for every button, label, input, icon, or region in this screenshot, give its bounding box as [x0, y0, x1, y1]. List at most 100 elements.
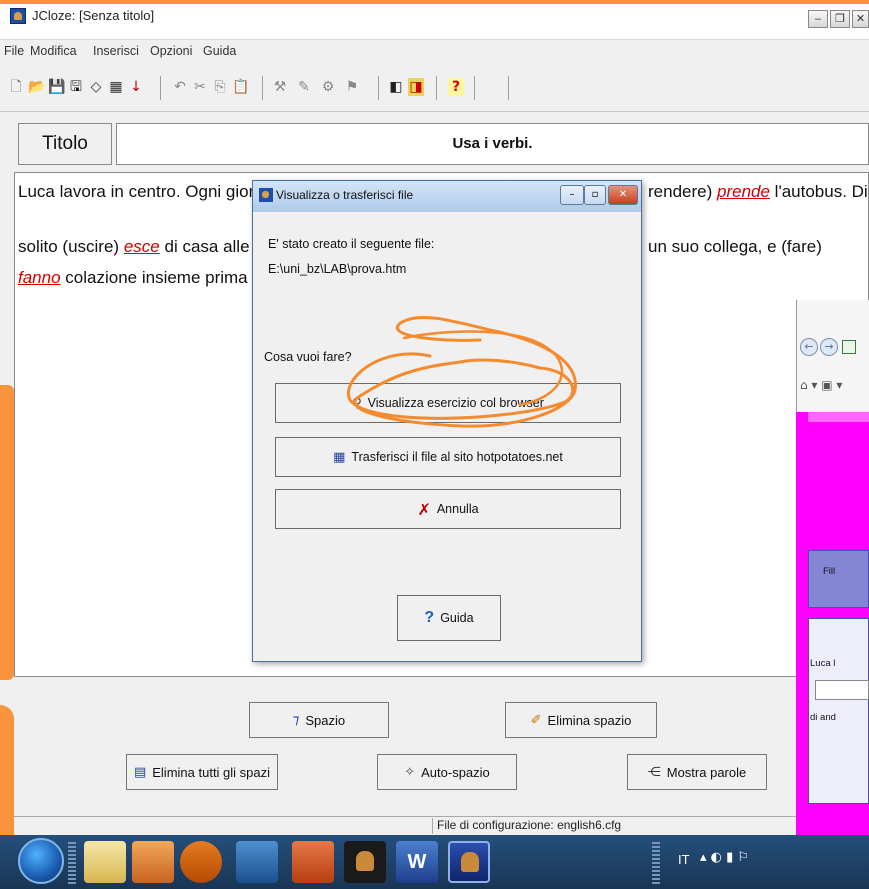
language-indicator[interactable]: IT — [678, 852, 690, 867]
document-icon: ▤ — [133, 764, 147, 780]
text-line-2-start: solito (uscire) esce di casa alle — [18, 237, 250, 257]
menu-guida[interactable]: Guida — [203, 44, 236, 58]
explorer-taskbar-icon[interactable] — [84, 841, 126, 883]
undo-icon[interactable]: ↶ — [172, 78, 188, 96]
forward-arrow-icon[interactable]: → — [820, 338, 838, 356]
gap-icon[interactable]: ⚒ — [272, 78, 288, 96]
close-button[interactable]: ✕ — [852, 10, 869, 28]
minimize-button[interactable]: ‒ — [808, 10, 828, 28]
app-taskbar-icon[interactable] — [132, 841, 174, 883]
help-icon[interactable]: ? — [448, 78, 464, 96]
word-list-icon[interactable]: ⚑ — [344, 78, 360, 96]
auto-spazio-label: Auto-spazio — [421, 764, 490, 780]
text-fragment: solito (uscire) — [18, 237, 120, 256]
menu-file[interactable]: File — [4, 44, 24, 58]
toolbar-separator — [160, 76, 161, 100]
magic-wand-icon: ✧ — [404, 764, 416, 780]
export-arrow-icon[interactable]: ↓ — [128, 78, 144, 96]
save-icon[interactable]: 💾 — [48, 78, 65, 96]
dialog-maximize-button[interactable]: ▫ — [584, 185, 606, 205]
title-input[interactable]: Usa i verbi. — [116, 123, 869, 165]
view-in-browser-button[interactable]: ⚲ Visualizza esercizio col browser — [275, 383, 621, 423]
exercise-heading-text: Fill — [823, 566, 836, 577]
text-fragment: rendere) — [648, 182, 713, 201]
menu-opzioni[interactable]: Opzioni — [150, 44, 192, 58]
gap-buttons-panel — [14, 678, 869, 818]
text-line-1-start: Luca lavora in centro. Ogni gior — [18, 182, 255, 201]
home-icon[interactable]: ⌂ ▾ ▣ ▾ — [800, 378, 842, 392]
gap-input-field[interactable] — [815, 680, 869, 700]
toolbar-separator — [474, 76, 475, 100]
dialog-minimize-button[interactable]: – — [560, 185, 584, 205]
back-arrow-icon[interactable]: ← — [800, 338, 818, 356]
elimina-spazio-button[interactable]: ✐ Elimina spazio — [505, 702, 657, 738]
slide-orange-decoration — [0, 385, 14, 680]
clear-gap-icon[interactable]: ✎ — [296, 78, 312, 96]
toolbar-separator — [436, 76, 437, 100]
toolbar-separator — [262, 76, 263, 100]
elimina-tutti-button[interactable]: ▤ Elimina tutti gli spazi — [126, 754, 278, 790]
mostra-parole-label: Mostra parole — [666, 764, 747, 780]
exercise-text-fragment: di and — [810, 712, 836, 723]
slide-orange-decoration — [0, 705, 14, 835]
config-icon[interactable]: ◧ — [388, 78, 404, 96]
media-player-taskbar-icon[interactable] — [180, 841, 222, 883]
powerpoint-taskbar-icon[interactable] — [292, 841, 334, 883]
hotpotatoes-taskbar-icon[interactable] — [344, 841, 386, 883]
upload-globe-icon: ▦ — [333, 449, 346, 465]
spazio-button[interactable]: ⁊ Spazio — [249, 702, 389, 738]
toolbar-separator — [508, 76, 509, 100]
text-line-1-end: rendere) prende l'autobus. Di — [648, 182, 868, 202]
created-file-label: E' stato creato il seguente file: — [268, 237, 435, 251]
file-path-text: E:\uni_bz\LAB\prova.htm — [268, 262, 407, 276]
text-fragment: l'autobus. Di — [774, 182, 868, 201]
config-edit-icon[interactable]: ◨ — [408, 78, 424, 96]
cut-icon[interactable]: ✂ — [192, 78, 208, 96]
dialog-close-button[interactable]: ✕ — [608, 185, 638, 205]
paste-icon[interactable]: 📋 — [232, 78, 249, 96]
page-icon — [842, 340, 856, 354]
toolbar-separator — [378, 76, 379, 100]
question-label: Cosa vuoi fare? — [264, 350, 352, 364]
jcloze-taskbar-icon[interactable] — [448, 841, 490, 883]
word-tree-icon: ⋲ — [647, 764, 661, 780]
tray-icons[interactable]: ▴ ◐ ▮ ⚐ — [700, 850, 749, 865]
open-folder-icon[interactable]: 📂 — [28, 78, 45, 96]
red-x-icon: ✗ — [417, 499, 431, 519]
taskbar-grip — [652, 842, 660, 884]
diamond-icon[interactable]: ◇ — [88, 78, 104, 96]
title-label: Titolo — [18, 123, 112, 165]
exercise-text-fragment: Luca l — [810, 658, 836, 669]
text-line-3: fanno colazione insieme prima — [18, 268, 248, 288]
copy-icon[interactable]: ⎘ — [212, 78, 228, 96]
spazio-label: Spazio — [305, 712, 346, 728]
save-as-icon[interactable]: 🖫 — [68, 78, 84, 96]
hotpotatoes-app-icon — [10, 8, 26, 24]
gap-word[interactable]: esce — [124, 237, 160, 256]
magnifier-icon: ⚲ — [352, 395, 362, 411]
gap-word[interactable]: fanno — [18, 268, 61, 287]
maximize-button[interactable]: ❐ — [830, 10, 850, 28]
gap-insert-icon: ⁊ — [292, 712, 300, 728]
start-button[interactable] — [18, 838, 64, 884]
config-file-status: File di configurazione: english6.cfg — [432, 818, 812, 834]
cancel-button[interactable]: ✗ Annulla — [275, 489, 621, 529]
web-page-icon[interactable]: ▦ — [108, 78, 124, 96]
text-fragment: colazione insieme prima — [65, 268, 248, 287]
taskbar-grip — [68, 842, 76, 884]
menu-inserisci[interactable]: Inserisci — [93, 44, 139, 58]
window-title: JCloze: [Senza titolo] — [32, 8, 155, 23]
browser-taskbar-icon[interactable] — [236, 841, 278, 883]
text-fragment: di casa alle — [164, 237, 250, 256]
help-button[interactable]: ? Guida — [397, 595, 501, 641]
auto-spazio-button[interactable]: ✧ Auto-spazio — [377, 754, 517, 790]
exercise-header-box — [808, 550, 869, 608]
menu-modifica[interactable]: Modifica — [30, 44, 77, 58]
upload-file-button[interactable]: ▦ Trasferisci il file al sito hotpotatoe… — [275, 437, 621, 477]
new-file-icon[interactable]: 🗋 — [8, 78, 24, 96]
word-taskbar-icon[interactable]: W — [396, 841, 438, 883]
auto-gap-icon[interactable]: ⚙ — [320, 78, 336, 96]
gap-word[interactable]: prende — [717, 182, 770, 201]
text-line-2-end: un suo collega, e (fare) — [648, 237, 822, 256]
mostra-parole-button[interactable]: ⋲ Mostra parole — [627, 754, 767, 790]
